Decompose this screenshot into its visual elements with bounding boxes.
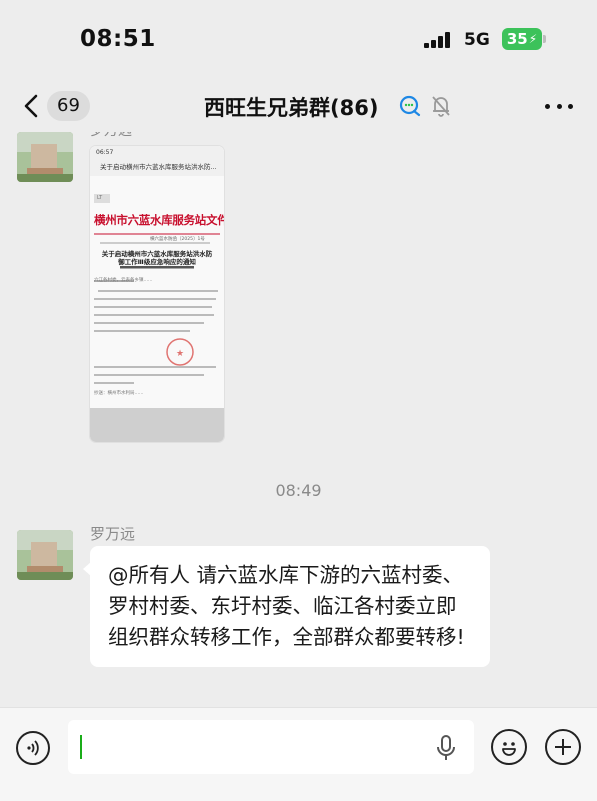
avatar-image (17, 132, 73, 182)
plus-glyph (555, 739, 571, 755)
doc-tag: LT (97, 195, 103, 201)
battery-icon: 35 ⚡ (502, 28, 542, 50)
doc-bar-text: 关于启动横州市六蓝水库服务站洪水防... (100, 163, 217, 171)
chevron-left-icon[interactable] (18, 92, 46, 120)
doc-time: 06:57 (96, 149, 114, 156)
network-type: 5G (464, 30, 490, 50)
voice-icon[interactable] (16, 731, 50, 765)
unread-count-badge[interactable]: 69 (47, 91, 90, 121)
chat-bubble-icon (399, 95, 421, 117)
avatar[interactable] (17, 132, 73, 182)
doc-body: 六江各村委，云表各乡镇…… (94, 278, 153, 283)
doc-number: 横六蓝水防函〔2025〕1号 (150, 237, 205, 242)
message-input[interactable] (68, 720, 474, 774)
status-time: 08:51 (80, 26, 156, 52)
charging-icon: ⚡ (528, 32, 538, 46)
emoji-glyph (502, 742, 516, 756)
sender-name: 罗万远 (90, 132, 132, 140)
svg-text:★: ★ (176, 349, 184, 359)
document-screenshot: ★ (90, 146, 224, 442)
plus-icon[interactable] (545, 729, 581, 765)
signal-icon (424, 32, 454, 48)
message-list[interactable]: 罗万远 ★ 06:57 关于启动横州市六蓝水库服务站洪水防... LT (0, 132, 597, 707)
text-caret (80, 735, 82, 759)
doc-org-header: 横州市六蓝水库服务站文件 (94, 213, 224, 227)
doc-footer: 抄送：横州市水利局…… (94, 391, 144, 396)
time-separator: 08:49 (275, 481, 322, 500)
more-dots-icon[interactable] (545, 104, 573, 110)
doc-heading: 关于启动横州市六蓝水库服务站洪水防御工作Ⅲ级应急响应的通知 (100, 250, 214, 266)
image-message[interactable]: ★ 06:57 关于启动横州市六蓝水库服务站洪水防... LT 横州市六蓝水库服… (90, 146, 224, 442)
sender-name: 罗万远 (90, 525, 136, 543)
input-bar (0, 707, 597, 801)
avatar[interactable] (17, 530, 73, 580)
text-message[interactable]: @所有人 请六蓝水库下游的六蓝村委、罗村村委、东圩村委、临江各村委立即组织群众转… (83, 546, 490, 667)
status-bar: 08:51 5G 35 ⚡ (0, 0, 597, 78)
avatar-image (17, 530, 73, 580)
bell-muted-icon (432, 96, 450, 117)
page-title[interactable]: 西旺生兄弟群(86) (204, 92, 378, 122)
emoji-icon[interactable] (491, 729, 527, 765)
battery-level: 35 (506, 30, 528, 48)
title-icons (398, 94, 452, 118)
voice-glyph (27, 740, 39, 756)
chat-header: 69 西旺生兄弟群(86) (0, 80, 597, 132)
microphone-icon[interactable] (434, 734, 458, 762)
battery-tip (543, 35, 546, 43)
